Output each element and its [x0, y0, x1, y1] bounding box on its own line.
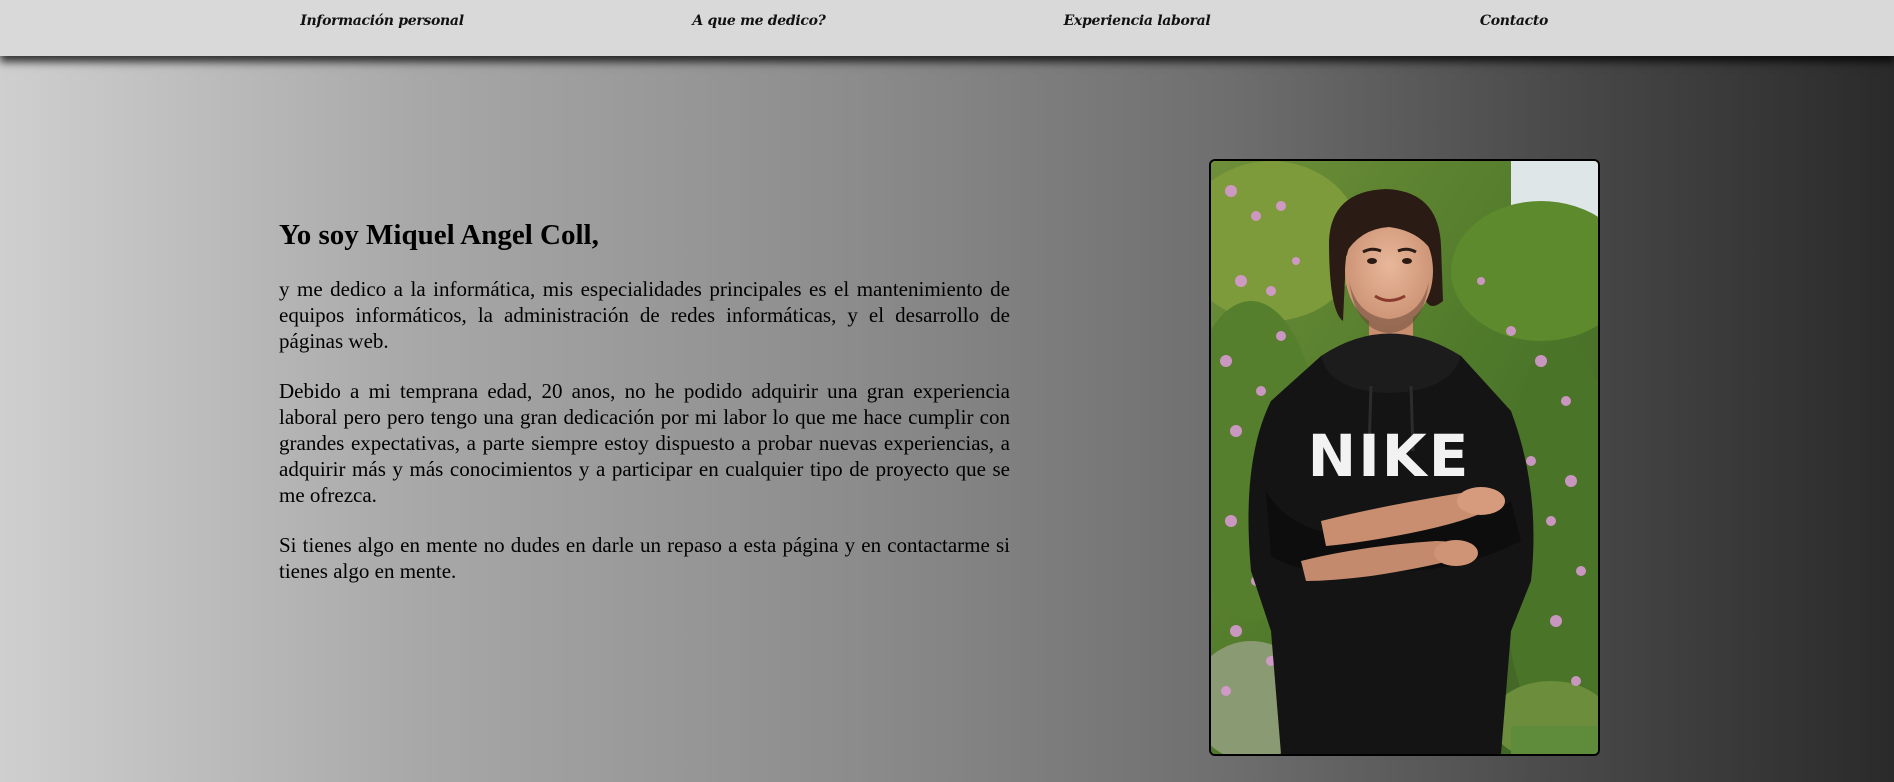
- intro-section: Yo soy Miquel Angel Coll, y me dedico a …: [279, 215, 1010, 608]
- nav-link-personal-info[interactable]: Información personal: [300, 13, 464, 29]
- intro-paragraph-2: Debido a mi temprana edad, 20 anos, no h…: [279, 379, 1010, 507]
- nav-link-work-experience[interactable]: Experiencia laboral: [1064, 13, 1211, 29]
- profile-photo: NIKE: [1209, 159, 1600, 756]
- nav-link-what-i-do[interactable]: A que me dedico?: [692, 13, 825, 29]
- intro-title: Yo soy Miquel Angel Coll,: [279, 219, 599, 251]
- top-navbar: Información personal A que me dedico? Ex…: [0, 0, 1894, 56]
- profile-photo-illustration: NIKE: [1211, 161, 1598, 754]
- hoodie-logo-text: NIKE: [1308, 422, 1471, 490]
- nav-link-contact[interactable]: Contacto: [1480, 13, 1548, 29]
- intro-paragraph-1: y me dedico a la informática, mis especi…: [279, 277, 1010, 353]
- intro-paragraph-3: Si tienes algo en mente no dudes en darl…: [279, 533, 1010, 583]
